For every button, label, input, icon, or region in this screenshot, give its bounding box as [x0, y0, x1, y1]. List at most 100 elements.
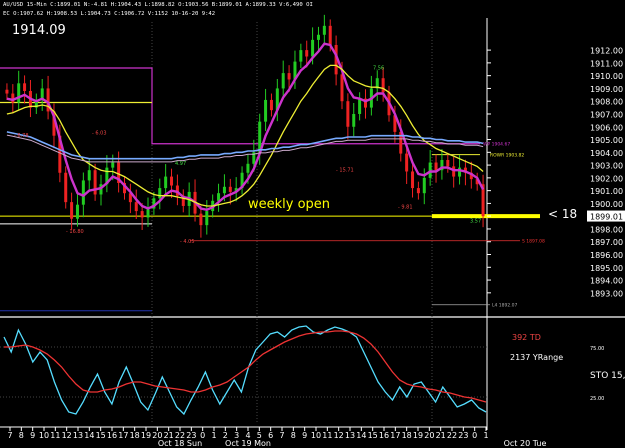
price-tick-label: 1901.00 — [590, 187, 623, 196]
candle-body — [140, 211, 144, 218]
level-label-rowr: ROWR 1903.82 — [490, 153, 524, 159]
level-label-support: S 1897.08 — [522, 239, 545, 245]
price-tick-label: 1897.00 — [590, 238, 623, 247]
candle-body — [75, 204, 79, 219]
time-tick-label: 19 — [141, 431, 151, 440]
candle-body — [316, 34, 320, 40]
price-tick-label: 1908.00 — [590, 98, 623, 107]
time-tick-label: 16 — [379, 431, 389, 440]
header-indicator-line: EC O:1907.62 H:1908.53 L:1904.73 C:1906.… — [3, 11, 215, 17]
time-tick-label: 8 — [19, 431, 24, 440]
candle-body — [416, 188, 420, 194]
day-label: Oct 20 Tue — [504, 439, 547, 448]
stoch-range-label: 2137 YRange — [510, 353, 563, 362]
time-tick-label: 1 — [211, 431, 216, 440]
weekly-open-label: weekly open — [248, 197, 330, 212]
time-tick-label: 18 — [130, 431, 140, 440]
time-tick-label: 11 — [322, 431, 332, 440]
candle-body — [311, 39, 315, 57]
candle-body — [164, 176, 168, 189]
time-tick-label: 12 — [334, 431, 344, 440]
price-tick-label: 1893.00 — [590, 289, 623, 298]
time-tick-label: 13 — [73, 431, 83, 440]
time-tick-label: 10 — [311, 431, 321, 440]
candle-body — [158, 188, 162, 199]
candle-body — [411, 171, 415, 189]
candle-body — [322, 25, 326, 35]
price-tick-label: 1895.00 — [590, 264, 623, 273]
candle-body — [228, 186, 232, 192]
time-tick-label: 8 — [291, 431, 296, 440]
price-tick-label: 1894.00 — [590, 277, 623, 286]
candle-body — [458, 167, 462, 177]
time-tick-label: 11 — [50, 431, 60, 440]
price-tick-label: 1904.00 — [590, 149, 623, 158]
time-tick-label: 9 — [30, 431, 35, 440]
time-tick-label: 16 — [107, 431, 117, 440]
candle-body — [428, 162, 432, 178]
candle-body — [81, 180, 85, 205]
price-tick-label: 1911.00 — [590, 59, 623, 68]
candle-body — [434, 162, 438, 171]
price-tick-label: 1907.00 — [590, 110, 623, 119]
delta-annotation: - 4.05 — [180, 239, 195, 245]
candle-body — [5, 89, 9, 94]
price-arrow-label: < 18 — [548, 207, 577, 221]
time-tick-label: 10 — [39, 431, 49, 440]
price-tick-label: 1909.00 — [590, 85, 623, 94]
time-tick-label: 9 — [302, 431, 307, 440]
level-label-l4: L4 1892.07 — [492, 303, 518, 309]
candle-body — [17, 83, 21, 103]
candle-body — [281, 73, 285, 89]
candle-body — [146, 208, 150, 218]
day-label: Oct 18 Sun — [158, 439, 202, 448]
time-tick-label: 0 — [472, 431, 477, 440]
time-tick-label: 21 — [436, 431, 446, 440]
candle-body — [246, 163, 250, 173]
stoch-title: STO 15, — [590, 371, 625, 381]
time-tick-label: 23 — [458, 431, 468, 440]
time-tick-label: 14 — [84, 431, 94, 440]
candle-body — [269, 99, 273, 111]
stoch-td-label: 392 TD — [512, 333, 541, 342]
price-tick-label: 1902.00 — [590, 174, 623, 183]
header-symbol-line: AU/USD 15-Min C:1899.01 N:-4.81 H:1904.4… — [3, 2, 313, 8]
time-tick-label: 15 — [368, 431, 378, 440]
time-tick-label: 17 — [390, 431, 400, 440]
candle-body — [405, 153, 409, 172]
price-tick-label: 1899.01 — [590, 213, 623, 222]
candle-body — [446, 159, 450, 167]
price-tick-label: 1905.00 — [590, 136, 623, 145]
candle-body — [87, 170, 91, 181]
delta-annotation: - 9.81 — [398, 205, 413, 211]
time-tick-label: 15 — [96, 431, 106, 440]
candle-body — [111, 162, 115, 168]
price-tick-label: 1903.00 — [590, 162, 623, 171]
time-tick-label: 1 — [483, 431, 488, 440]
candle-body — [70, 202, 74, 219]
delta-annotation: 7.56 — [373, 65, 384, 71]
candle-body — [358, 98, 362, 114]
price-tick-label: 1900.00 — [590, 200, 623, 209]
time-tick-label: 14 — [356, 431, 366, 440]
price-tick-label: 1910.00 — [590, 72, 623, 81]
time-tick-label: 7 — [279, 431, 284, 440]
candle-body — [264, 99, 268, 122]
chart-canvas: WP 1904.67 ROWR 1903.82 S 1897.08 L4 1892.0… — [0, 0, 625, 448]
delta-annotation: - 16.80 — [66, 229, 84, 235]
candle-body — [305, 50, 309, 57]
delta-annotation: - 15.71 — [336, 167, 354, 173]
candle-body — [352, 113, 356, 127]
delta-annotation: - 6.03 — [92, 130, 107, 136]
candle-body — [205, 211, 209, 226]
price-tick-label: 1896.00 — [590, 251, 623, 260]
candle-body — [199, 213, 203, 226]
candle-body — [452, 166, 456, 177]
time-tick-label: 17 — [118, 431, 128, 440]
candle-body — [170, 176, 174, 186]
time-tick-label: 13 — [345, 431, 355, 440]
candle-body — [11, 93, 15, 103]
candle-body — [328, 25, 332, 45]
price-tick-label: 1906.00 — [590, 123, 623, 132]
candle-body — [134, 202, 138, 212]
